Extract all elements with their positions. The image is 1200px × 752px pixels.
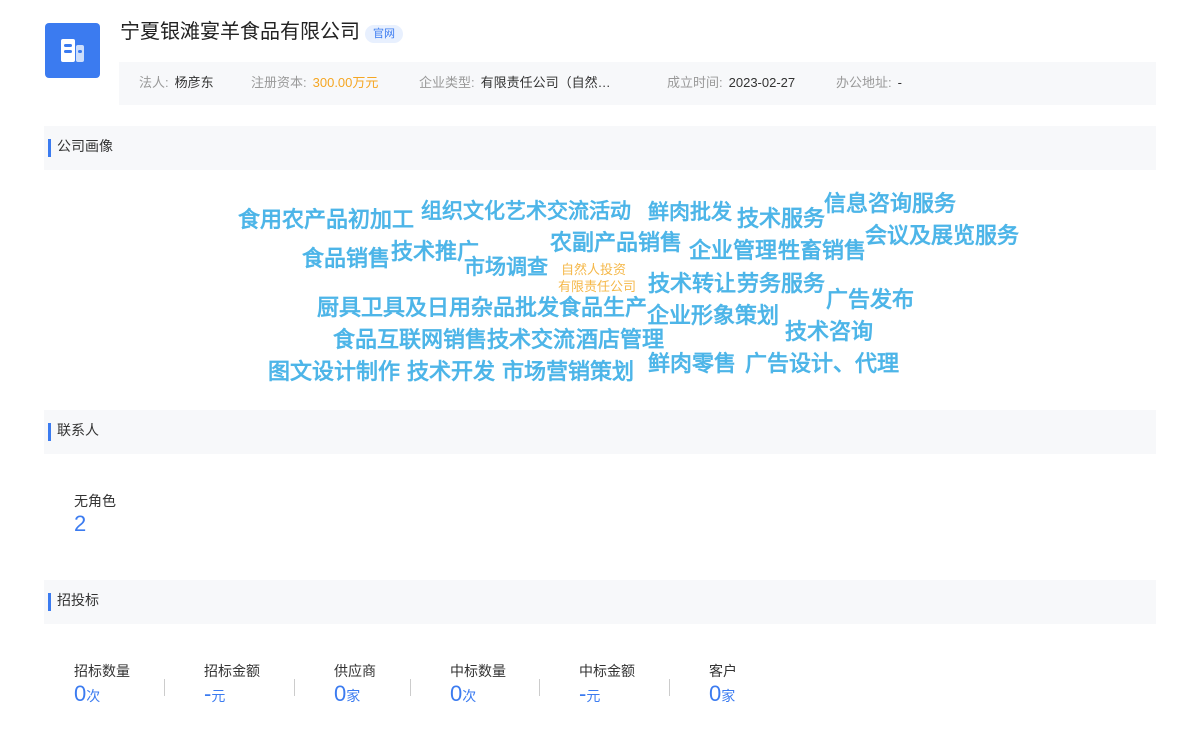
bid-amount-stat: 招标金额 -元	[204, 662, 260, 710]
company-info-bar: 法人: 杨彦东 注册资本: 300.00万元 企业类型: 有限责任公司（自然… 成立时…	[119, 62, 1156, 105]
website-badge[interactable]: 官网	[365, 25, 403, 43]
company-logo	[45, 23, 100, 78]
word-cloud-tag[interactable]: 广告设计、代理	[745, 353, 899, 375]
word-cloud-tag[interactable]: 劳务服务	[737, 273, 825, 295]
contacts-section-title: 联系人	[57, 422, 99, 438]
word-cloud-tag[interactable]: 会议及展览服务	[865, 225, 1019, 247]
address-item: 办公地址: -	[836, 62, 902, 103]
word-cloud-tag[interactable]: 鲜肉批发	[648, 202, 732, 223]
company-type-label: 企业类型:	[419, 75, 475, 90]
supplier-stat: 供应商 0家	[334, 662, 376, 710]
word-cloud-tag[interactable]: 酒店管理	[576, 329, 664, 351]
word-cloud-tag[interactable]: 技术交流	[487, 329, 575, 351]
supplier-unit: 家	[346, 688, 361, 704]
word-cloud-tag[interactable]: 食品销售	[302, 248, 390, 270]
stat-divider	[669, 679, 670, 696]
word-cloud-tag[interactable]: 企业管理	[689, 240, 777, 262]
customer-value[interactable]: 0	[709, 681, 721, 706]
contacts-section-header: 联系人	[44, 410, 1156, 454]
win-amount-stat: 中标金额 -元	[579, 662, 635, 710]
no-role-count[interactable]: 2	[74, 510, 116, 538]
word-cloud-tag[interactable]: 技术转让	[648, 273, 736, 295]
bid-count-label: 招标数量	[74, 663, 130, 679]
bid-count-unit: 次	[86, 688, 101, 704]
word-cloud-tag[interactable]: 自然人投资	[561, 263, 626, 276]
word-cloud-tag[interactable]: 信息咨询服务	[824, 193, 956, 215]
win-count-value[interactable]: 0	[450, 681, 462, 706]
win-count-label: 中标数量	[450, 663, 506, 679]
word-cloud-tag[interactable]: 食用农产品初加工	[238, 209, 414, 231]
legal-person-item: 法人: 杨彦东	[139, 62, 214, 103]
address-label: 办公地址:	[836, 75, 892, 90]
capital-value: 300.00万元	[312, 75, 379, 90]
word-cloud-tag[interactable]: 企业形象策划	[647, 305, 779, 327]
no-role-label: 无角色	[74, 493, 116, 509]
win-count-unit: 次	[462, 688, 477, 704]
bid-amount-label: 招标金额	[204, 663, 260, 679]
customer-label: 客户	[709, 663, 737, 679]
word-cloud-tag[interactable]: 农副产品销售	[550, 232, 682, 254]
bid-amount-unit: 元	[211, 688, 226, 704]
word-cloud-tag[interactable]: 鲜肉零售	[648, 353, 736, 375]
word-cloud-tag[interactable]: 图文设计制作	[268, 361, 400, 383]
word-cloud-tag[interactable]: 广告发布	[826, 289, 914, 311]
portrait-section-title: 公司画像	[57, 138, 113, 154]
word-cloud-tag[interactable]: 技术开发	[407, 361, 495, 383]
word-cloud-tag[interactable]: 有限责任公司	[558, 280, 636, 293]
building-icon	[61, 39, 84, 62]
address-value: -	[897, 75, 902, 90]
supplier-label: 供应商	[334, 663, 376, 679]
company-type-value: 有限责任公司（自然…	[480, 75, 611, 90]
bid-count-stat: 招标数量 0次	[74, 662, 130, 710]
stat-divider	[164, 679, 165, 696]
word-cloud-tag[interactable]: 牲畜销售	[778, 240, 866, 262]
company-type-item: 企业类型: 有限责任公司（自然…	[419, 62, 611, 103]
word-cloud-tag[interactable]: 组织文化艺术交流活动	[421, 201, 631, 222]
word-cloud-tag[interactable]: 市场营销策划	[502, 361, 634, 383]
portrait-section-header: 公司画像	[44, 126, 1156, 170]
word-cloud-tag[interactable]: 市场调查	[464, 257, 548, 278]
capital-item: 注册资本: 300.00万元	[251, 62, 378, 103]
word-cloud-tag[interactable]: 技术服务	[737, 208, 825, 230]
stat-divider	[539, 679, 540, 696]
stat-divider	[294, 679, 295, 696]
founded-item: 成立时间: 2023-02-27	[667, 62, 795, 103]
section-accent-bar	[48, 139, 51, 157]
customer-unit: 家	[721, 688, 736, 704]
section-accent-bar	[48, 593, 51, 611]
stat-divider	[410, 679, 411, 696]
customer-stat: 客户 0家	[709, 662, 737, 710]
no-role-stat: 无角色 2	[74, 492, 116, 538]
bid-count-value[interactable]: 0	[74, 681, 86, 706]
word-cloud-tag[interactable]: 食品生产	[559, 297, 647, 319]
word-cloud-tag[interactable]: 厨具卫具及日用杂品批发	[317, 297, 559, 319]
section-accent-bar	[48, 423, 51, 441]
word-cloud-tag[interactable]: 食品互联网销售	[333, 329, 487, 351]
legal-person-value[interactable]: 杨彦东	[175, 75, 214, 90]
word-cloud: 食用农产品初加工 组织文化艺术交流活动 鲜肉批发 技术服务 信息咨询服务 会议及…	[0, 170, 1200, 400]
word-cloud-tag[interactable]: 技术咨询	[785, 321, 873, 343]
win-amount-label: 中标金额	[579, 663, 635, 679]
win-count-stat: 中标数量 0次	[450, 662, 506, 710]
win-amount-unit: 元	[586, 688, 601, 704]
bidding-section-title: 招投标	[57, 592, 99, 608]
supplier-value[interactable]: 0	[334, 681, 346, 706]
capital-label: 注册资本:	[251, 75, 307, 90]
legal-person-label: 法人:	[139, 75, 169, 90]
founded-value: 2023-02-27	[728, 75, 796, 90]
founded-label: 成立时间:	[667, 75, 723, 90]
bidding-section-header: 招投标	[44, 580, 1156, 624]
company-name: 宁夏银滩宴羊食品有限公司	[120, 21, 360, 43]
